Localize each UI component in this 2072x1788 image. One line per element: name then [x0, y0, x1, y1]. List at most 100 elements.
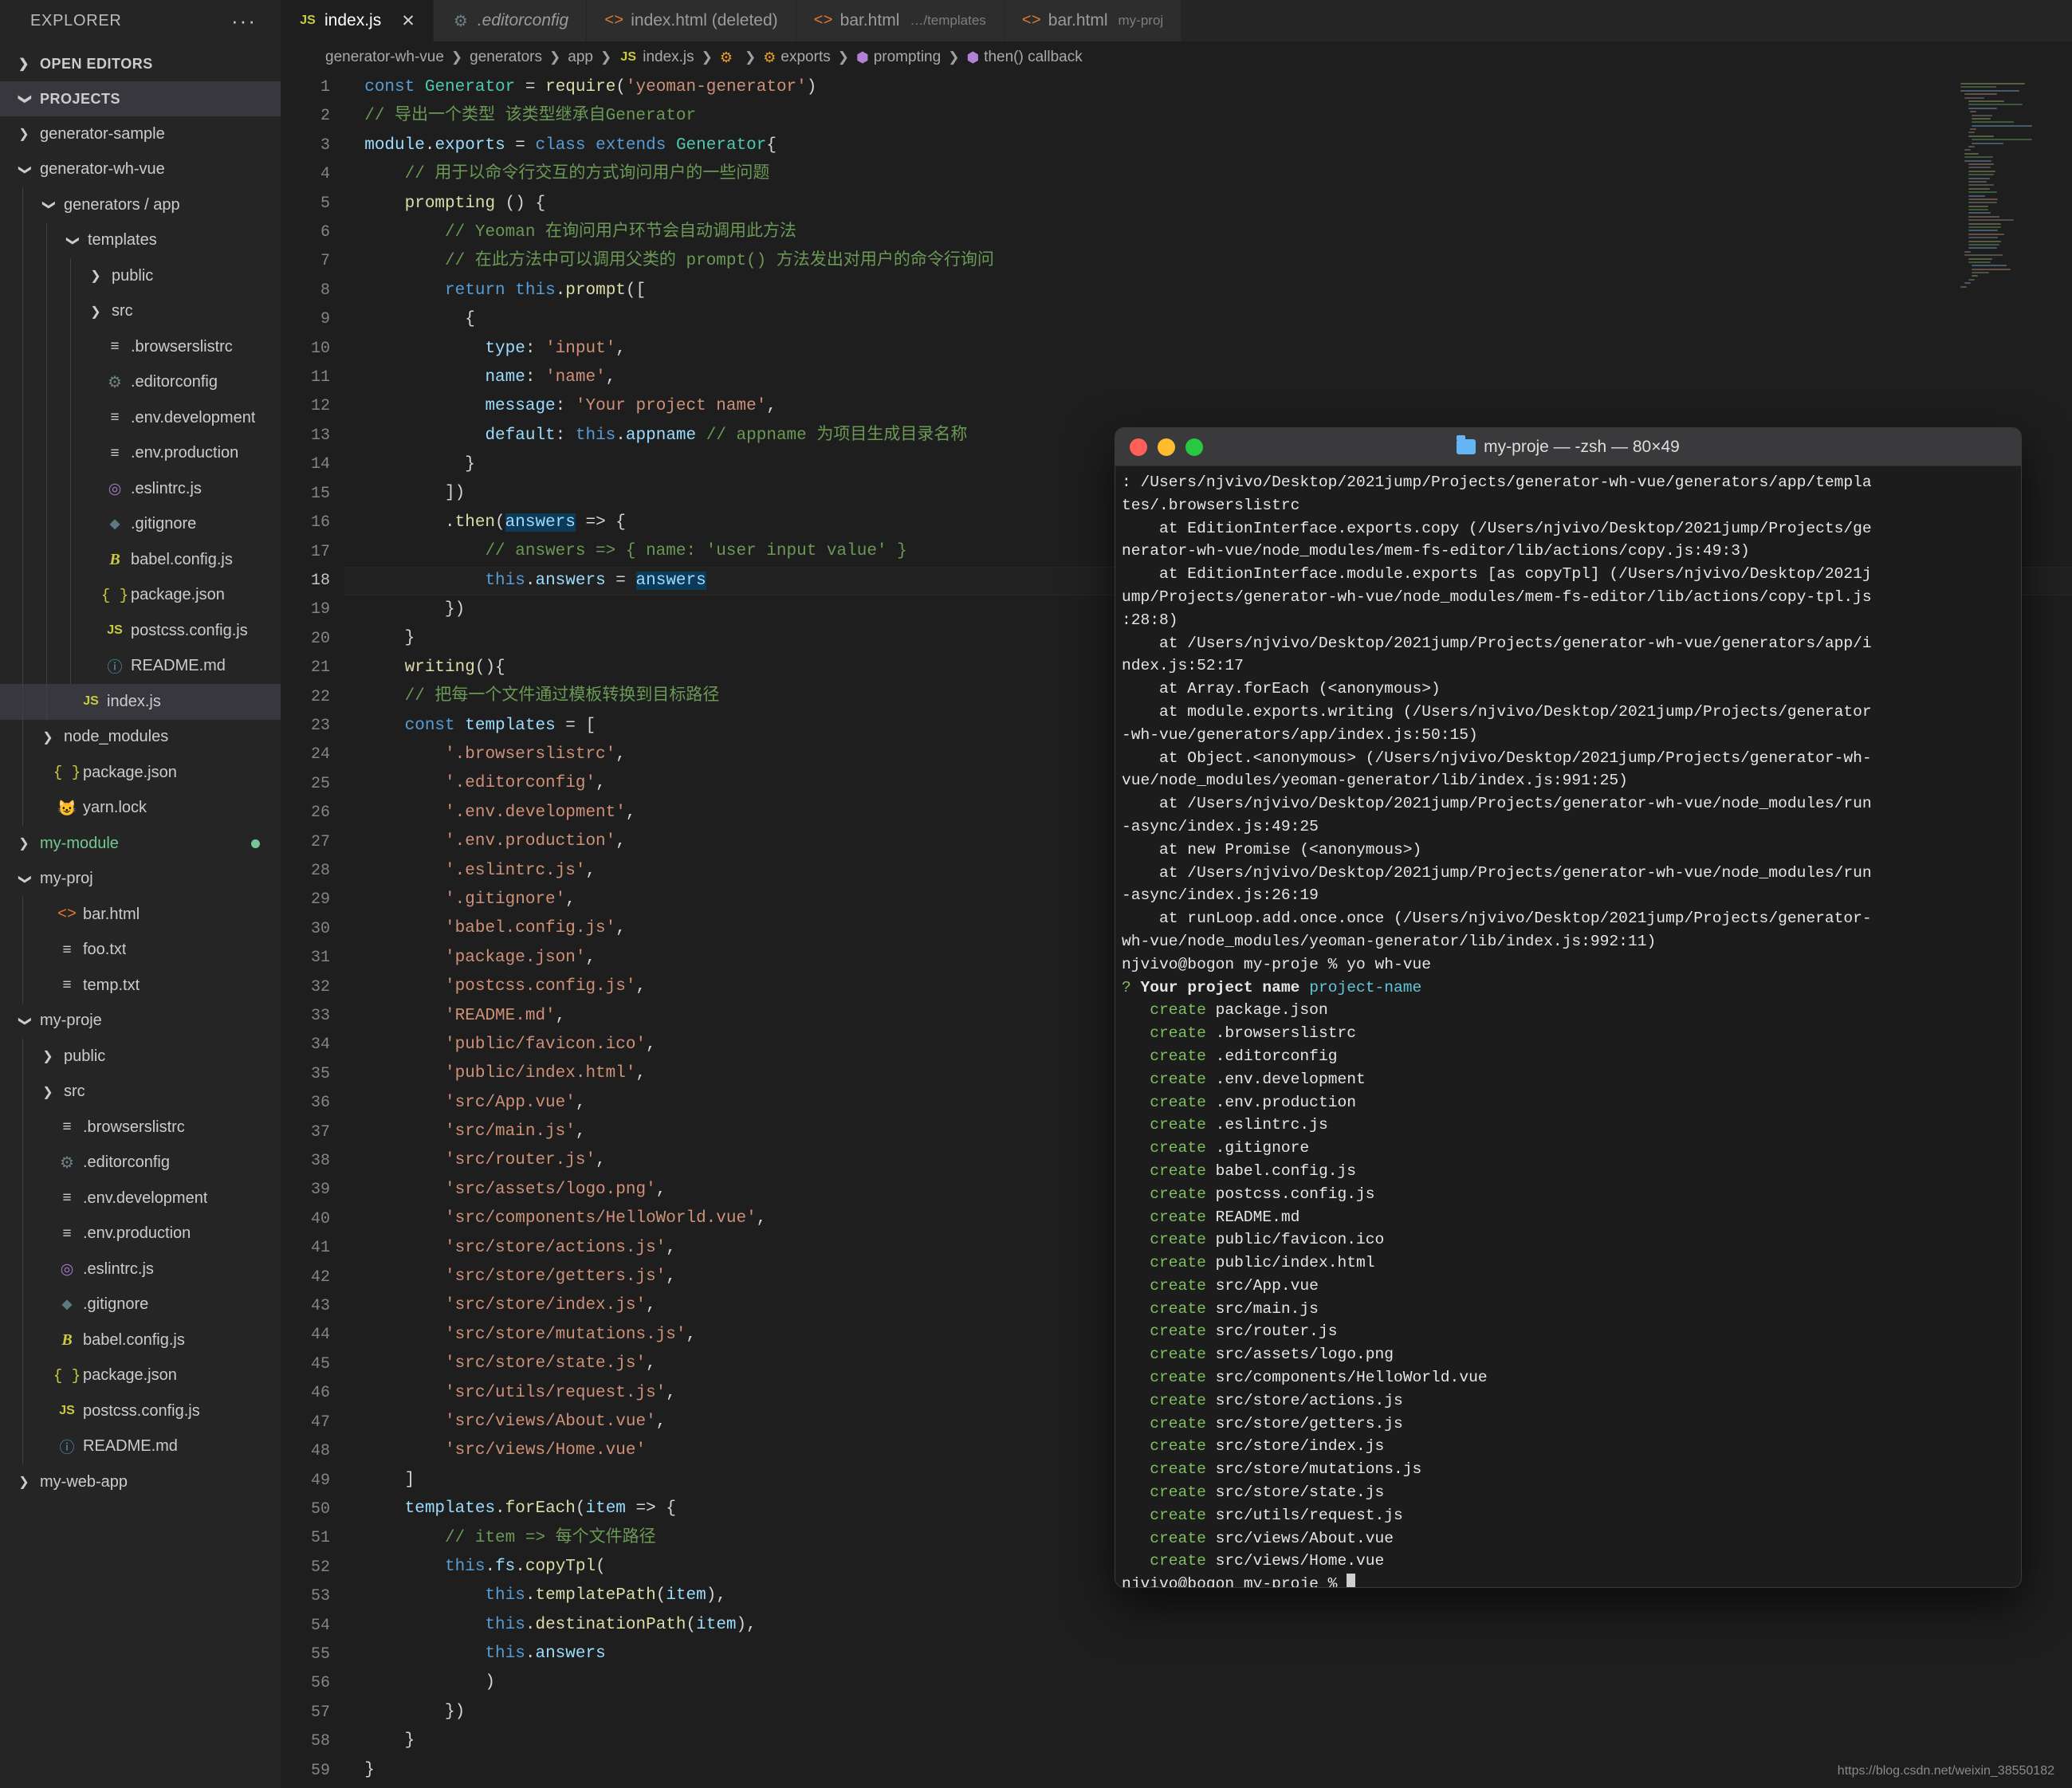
- code-line[interactable]: name: 'name',: [344, 363, 2072, 392]
- line-number: 53: [310, 1587, 330, 1606]
- minimap-line: [1970, 128, 1976, 131]
- line-number: 43: [310, 1297, 330, 1316]
- terminal-output[interactable]: : /Users/njvivo/Desktop/2021jump/Project…: [1115, 466, 2021, 1587]
- tree-item-my-web-app[interactable]: ❯ my-web-app: [0, 1464, 281, 1500]
- code-line[interactable]: const Generator = require('yeoman-genera…: [344, 73, 2072, 102]
- tree-item-generator-sample[interactable]: ❯ generator-sample: [0, 116, 281, 152]
- tree-item--browserslistrc[interactable]: ≡ .browserslistrc: [0, 1110, 281, 1145]
- tree-item--gitignore[interactable]: ⬥ .gitignore: [0, 506, 281, 542]
- tree-item-readme-md[interactable]: ⓘ README.md: [0, 1428, 281, 1464]
- tree-item--env-development[interactable]: ≡ .env.development: [0, 400, 281, 436]
- sidebar-section-open-editors[interactable]: ❯ OPEN EDITORS: [0, 46, 281, 81]
- tree-item-index-js[interactable]: JS index.js: [0, 684, 281, 720]
- chevron-right-icon[interactable]: ❯: [14, 1474, 33, 1490]
- selected-token[interactable]: answers: [505, 513, 576, 532]
- breadcrumb-item-generator-wh-vue[interactable]: generator-wh-vue: [325, 49, 444, 66]
- code-line[interactable]: }): [344, 1698, 2072, 1727]
- chevron-down-icon[interactable]: ❮: [16, 160, 32, 179]
- breadcrumb-item-then-callback[interactable]: ⬢ then() callback: [966, 49, 1082, 66]
- chevron-down-icon[interactable]: ❮: [40, 195, 56, 214]
- tree-item-src[interactable]: ❯ src: [0, 293, 281, 329]
- minimap-line: [1968, 170, 1995, 172]
- minimap-line: [1972, 114, 1992, 116]
- editor-tab-index-html-deleted-[interactable]: <> index.html (deleted): [587, 0, 796, 41]
- chevron-right-icon[interactable]: ❯: [38, 729, 57, 745]
- chevron-right-icon[interactable]: ❯: [14, 835, 33, 851]
- editor-tab-bar-html[interactable]: <> bar.html …/templates: [796, 0, 1005, 41]
- breadcrumb-item-exports[interactable]: ⚙ exports: [763, 49, 830, 66]
- tree-item--env-development[interactable]: ≡ .env.development: [0, 1181, 281, 1216]
- chevron-right-icon[interactable]: ❯: [86, 304, 105, 320]
- code-line[interactable]: type: 'input',: [344, 335, 2072, 363]
- minimap[interactable]: [1960, 83, 2064, 288]
- code-line[interactable]: return this.prompt([: [344, 277, 2072, 305]
- tree-item-babel-config-js[interactable]: Bbabel.config.js: [0, 542, 281, 578]
- terminal-title-bar[interactable]: my-proje — -zsh — 80×49: [1115, 428, 2021, 466]
- code-line[interactable]: this.destinationPath(item),: [344, 1611, 2072, 1640]
- chevron-down-icon[interactable]: ❮: [16, 870, 32, 889]
- breadcrumb[interactable]: generator-wh-vue ❯ generators ❯ app ❯ JS index.…: [281, 41, 2072, 73]
- tree-item-generators-app[interactable]: ❮ generators / app: [0, 187, 281, 223]
- tree-item-node-modules[interactable]: ❯ node_modules: [0, 719, 281, 755]
- tree-item-postcss-config-js[interactable]: JS postcss.config.js: [0, 1393, 281, 1429]
- code-line[interactable]: this.answers: [344, 1640, 2072, 1668]
- chevron-down-icon[interactable]: ❮: [16, 1012, 32, 1031]
- code-line[interactable]: {: [344, 305, 2072, 334]
- tree-item-my-proje[interactable]: ❮ my-proje: [0, 1004, 281, 1039]
- breadcrumb-item--unknown-[interactable]: ⚙: [720, 49, 737, 66]
- tree-item--eslintrc-js[interactable]: ◎ .eslintrc.js: [0, 471, 281, 507]
- tree-item--env-production[interactable]: ≡ .env.production: [0, 1216, 281, 1252]
- tree-item-foo-txt[interactable]: ≡ foo.txt: [0, 932, 281, 968]
- tree-item-readme-md[interactable]: ⓘ README.md: [0, 648, 281, 684]
- code-line[interactable]: // 用于以命令行交互的方式询问用户的一些问题: [344, 160, 2072, 189]
- code-line[interactable]: // 导出一个类型 该类型继承自Generator: [344, 102, 2072, 131]
- tree-item--editorconfig[interactable]: ⚙ .editorconfig: [0, 364, 281, 400]
- tree-item-templates[interactable]: ❮ templates: [0, 222, 281, 258]
- terminal-window[interactable]: my-proje — -zsh — 80×49 : /Users/njvivo/…: [1115, 427, 2022, 1588]
- tree-item--editorconfig[interactable]: ⚙ .editorconfig: [0, 1145, 281, 1181]
- tree-item-package-json[interactable]: { } package.json: [0, 1358, 281, 1393]
- chevron-right-icon[interactable]: ❯: [38, 1084, 57, 1100]
- breadcrumb-item-prompting[interactable]: ⬢ prompting: [856, 49, 941, 66]
- breadcrumb-item-app[interactable]: app: [568, 49, 593, 66]
- tree-item--env-production[interactable]: ≡ .env.production: [0, 435, 281, 471]
- tree-item-package-json[interactable]: { } package.json: [0, 577, 281, 613]
- tree-item-babel-config-js[interactable]: Bbabel.config.js: [0, 1322, 281, 1358]
- tree-item-my-module[interactable]: ❯ my-module: [0, 826, 281, 862]
- selected-token[interactable]: answers: [635, 571, 706, 590]
- close-icon[interactable]: ✕: [401, 11, 415, 31]
- code-line[interactable]: // 在此方法中可以调用父类的 prompt() 方法发出对用户的命令行询问: [344, 247, 2072, 276]
- code-line[interactable]: module.exports = class extends Generator…: [344, 132, 2072, 160]
- tree-item--gitignore[interactable]: ⬥ .gitignore: [0, 1287, 281, 1322]
- sidebar-section-projects[interactable]: ❮ PROJECTS: [0, 81, 281, 116]
- code-line[interactable]: ): [344, 1668, 2072, 1697]
- chevron-right-icon[interactable]: ❯: [14, 126, 33, 142]
- tree-item-postcss-config-js[interactable]: JS postcss.config.js: [0, 613, 281, 649]
- editor-tab--editorconfig[interactable]: ⚙ .editorconfig: [433, 0, 588, 41]
- code-line[interactable]: prompting () {: [344, 190, 2072, 218]
- editor-tab-bar-html[interactable]: <> bar.html my-proj: [1004, 0, 1182, 41]
- explorer-more-icon[interactable]: ···: [231, 10, 257, 31]
- code-line[interactable]: // Yeoman 在询问用户环节会自动调用此方法: [344, 218, 2072, 247]
- tree-item-public[interactable]: ❯ public: [0, 258, 281, 294]
- tree-item-src[interactable]: ❯ src: [0, 1074, 281, 1110]
- breadcrumb-item-generators[interactable]: generators: [470, 49, 542, 66]
- tree-item-temp-txt[interactable]: ≡ temp.txt: [0, 968, 281, 1004]
- tree-item-generator-wh-vue[interactable]: ❮ generator-wh-vue: [0, 152, 281, 188]
- breadcrumb-item-index-js[interactable]: JS index.js: [619, 48, 694, 67]
- chevron-right-icon[interactable]: ❯: [38, 1048, 57, 1064]
- tree-item--eslintrc-js[interactable]: ◎ .eslintrc.js: [0, 1252, 281, 1287]
- minimap-line: [1964, 250, 1971, 253]
- editor-tab-index-js[interactable]: JS index.js ✕: [281, 0, 434, 41]
- code-line[interactable]: }: [344, 1727, 2072, 1755]
- tree-item-public[interactable]: ❯ public: [0, 1039, 281, 1075]
- tree-item-package-json[interactable]: { } package.json: [0, 755, 281, 791]
- tree-item-yarn-lock[interactable]: 😺 yarn.lock: [0, 790, 281, 826]
- tree-item--browserslistrc[interactable]: ≡ .browserslistrc: [0, 329, 281, 365]
- tree-item-my-proj[interactable]: ❮ my-proj: [0, 862, 281, 898]
- code-line[interactable]: }: [344, 1756, 2072, 1785]
- chevron-down-icon[interactable]: ❮: [64, 231, 80, 250]
- tree-item-bar-html[interactable]: <> bar.html: [0, 897, 281, 933]
- code-line[interactable]: message: 'Your project name',: [344, 392, 2072, 421]
- chevron-right-icon[interactable]: ❯: [86, 268, 105, 284]
